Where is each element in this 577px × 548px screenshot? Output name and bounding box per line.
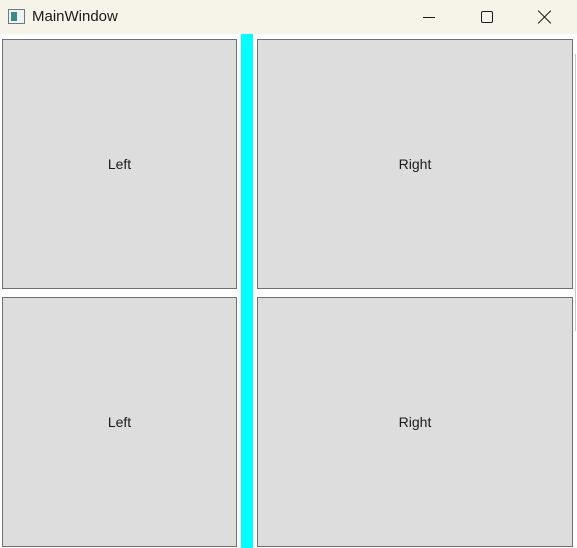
top-right-button[interactable]: Right <box>257 39 573 289</box>
close-icon <box>537 9 553 25</box>
close-button[interactable] <box>516 0 574 34</box>
client-area: Left Left Right Right <box>0 34 577 548</box>
minimize-button[interactable] <box>400 0 458 34</box>
window-title: MainWindow <box>32 8 118 25</box>
app-window-icon <box>8 9 25 24</box>
maximize-icon <box>481 11 493 23</box>
minimize-icon <box>423 17 435 18</box>
grid-splitter[interactable] <box>241 34 253 548</box>
maximize-button[interactable] <box>458 0 516 34</box>
main-window: MainWindow Left Left Right Right <box>0 0 577 548</box>
bottom-left-button[interactable]: Left <box>2 297 237 547</box>
title-bar[interactable]: MainWindow <box>0 0 577 34</box>
top-left-button[interactable]: Left <box>2 39 237 289</box>
bottom-right-button[interactable]: Right <box>257 297 573 547</box>
